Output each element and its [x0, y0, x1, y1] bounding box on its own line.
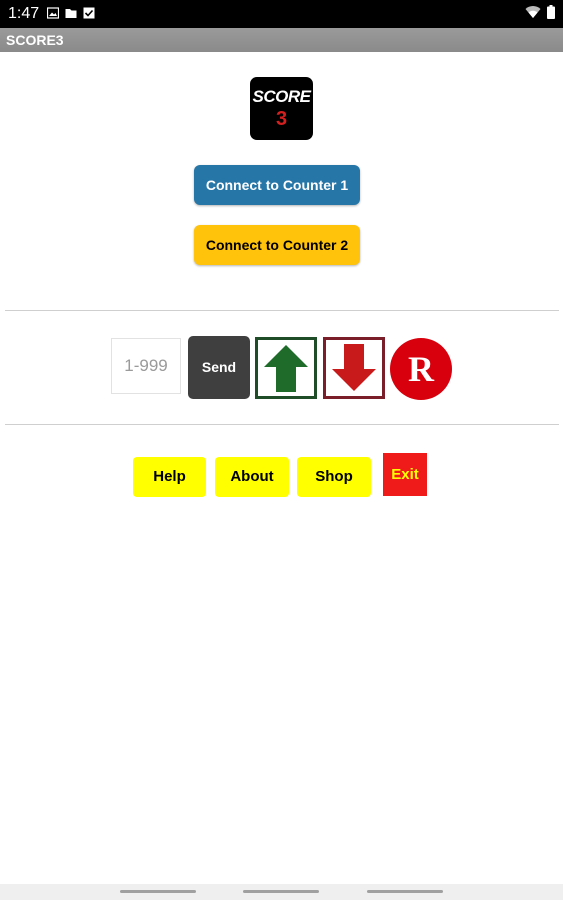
divider-bottom — [5, 424, 559, 425]
checkbox-icon — [83, 7, 95, 19]
arrow-up-icon — [255, 337, 317, 399]
system-nav-bar — [0, 884, 563, 900]
image-icon — [47, 7, 59, 19]
reset-button[interactable]: R — [390, 338, 452, 400]
app-title: SCORE3 — [6, 32, 64, 48]
connect-counter-2-button[interactable]: Connect to Counter 2 — [194, 225, 360, 265]
nav-home-handle[interactable] — [243, 890, 319, 893]
exit-button[interactable]: Exit — [383, 453, 427, 496]
battery-icon — [547, 5, 555, 19]
logo-word: SCORE — [252, 87, 311, 106]
status-notification-icons — [47, 7, 95, 19]
shop-button[interactable]: Shop — [297, 457, 371, 497]
wifi-icon — [525, 6, 541, 19]
score-input[interactable] — [111, 338, 181, 394]
decrement-button[interactable] — [323, 337, 385, 399]
arrow-down-icon — [323, 337, 385, 399]
about-button[interactable]: About — [215, 457, 289, 497]
divider-top — [5, 310, 559, 311]
logo-number: 3 — [275, 108, 288, 130]
status-system-icons — [525, 5, 555, 19]
send-button[interactable]: Send — [188, 336, 250, 399]
nav-recents-handle[interactable] — [367, 890, 443, 893]
increment-button[interactable] — [255, 337, 317, 399]
folder-icon — [65, 9, 77, 18]
help-button[interactable]: Help — [133, 457, 206, 497]
status-bar: 1:47 — [0, 0, 563, 28]
score3-logo: SCORE 3 — [250, 77, 313, 140]
connect-counter-1-button[interactable]: Connect to Counter 1 — [194, 165, 360, 205]
nav-back-handle[interactable] — [120, 890, 196, 893]
app-title-bar: SCORE3 — [0, 28, 563, 52]
status-time: 1:47 — [8, 5, 40, 22]
